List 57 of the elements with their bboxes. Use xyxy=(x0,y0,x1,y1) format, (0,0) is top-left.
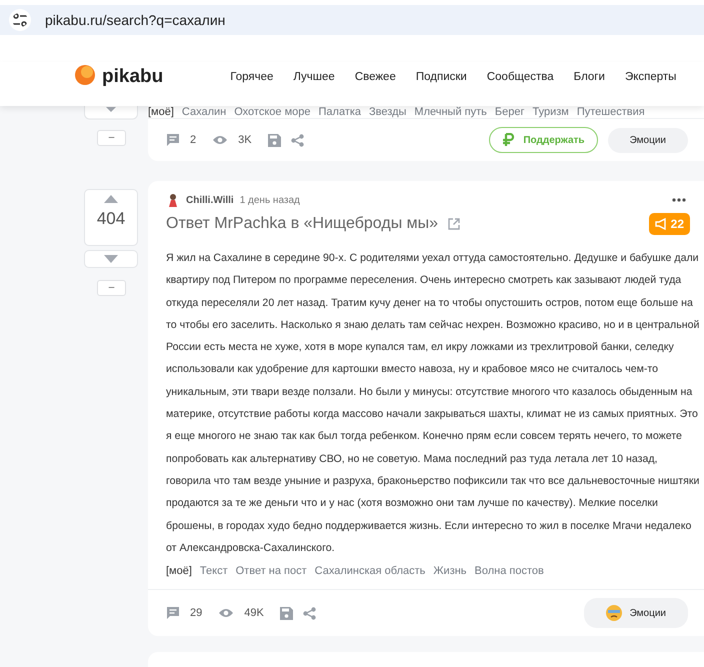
triangle-down-icon xyxy=(104,255,118,263)
save-icon[interactable] xyxy=(268,134,281,146)
tag-link[interactable]: Берег xyxy=(494,106,524,118)
user-avatar[interactable] xyxy=(166,193,180,207)
comment-icon[interactable] xyxy=(166,133,180,147)
share-icon[interactable] xyxy=(302,606,316,620)
tag-link[interactable]: Ответ на пост xyxy=(236,565,307,578)
comment-count: 29 xyxy=(190,607,202,620)
tag-link[interactable]: Звезды xyxy=(369,106,406,118)
external-link-icon[interactable] xyxy=(448,218,460,230)
collapse-button[interactable]: – xyxy=(97,130,126,146)
nav-link[interactable]: Горячее xyxy=(230,71,274,83)
view-count: 49K xyxy=(244,607,264,620)
post-text: Я жил на Сахалине в середине 90-х. С родителями уехал оттуда самостоятельно. Дедушке и бабушке дали квартиру под Питером по программе переселения. Очень интересно смотреть как зазывают людей туда откуда переселяли 20 лет назад. Тратим кучу денег на то чтобы опустошить остров, потом еще больше на то чтобы его заселить. Насколько я знаю делать там сейчас нехрен. Возможно красиво, но и в центральной России есть места не хуже, хотя в море купался там, ел икру ложками из трехлитровой банки, селедку использовали как удобрение для картошки вместо навоза, ну и крабовое мясо не считалось чем-то уникальным, эти твари везде ползали. Но были у минусы: отсутствие многого что казалось обыденным на материке, отсутствие работы когда массово начали закрываться шахты, климат не из самых приятных. Это я еще многого не знаю так как был тогда ребенком. Конечно прям если совсем терять нечего, то можете попробовать как альтернативу СВО, но не советую. Мама последний раз туда летала лет 10 назад, говорила что там везде уныние и разруха, браконьерство пофиксили так что все дальневосточные ништяки продаются за те же деньги что и у нас (хотя возможно они там лучше по качеству). Мелкие поселки брошены, в городах худо бедно поддерживается жизнь. Если интересно то жил в поселке Мгачи недалеко от Александровска-Сахалинского. xyxy=(166,251,700,556)
tag-link[interactable]: Млечный путь xyxy=(414,106,487,118)
vote-up-icon[interactable] xyxy=(104,195,118,203)
author-name[interactable]: Chilli.Willi xyxy=(186,194,234,206)
nav-link[interactable]: Эксперты xyxy=(624,71,676,83)
save-icon[interactable] xyxy=(280,606,293,620)
vote-down-button[interactable] xyxy=(84,250,138,268)
post-time: 1 день назад xyxy=(240,194,300,206)
eye-icon xyxy=(212,134,228,146)
tag-link[interactable]: Путешествия xyxy=(576,106,645,118)
rating-count: 404 xyxy=(96,209,126,229)
comment-count: 2 xyxy=(190,134,196,146)
tag-link[interactable]: Сахалинская область xyxy=(314,565,426,578)
more-icon[interactable] xyxy=(672,198,686,202)
share-icon[interactable] xyxy=(290,134,304,146)
rouble-icon xyxy=(502,133,516,147)
megaphone-icon xyxy=(654,218,667,230)
nav-link[interactable]: Сообщества xyxy=(486,71,554,83)
emotions-button[interactable]: Эмоции xyxy=(608,128,688,152)
tag-link[interactable]: Охотское море xyxy=(234,106,310,118)
pikabu-logo[interactable]: pikabu xyxy=(74,63,164,91)
tag-link[interactable]: [моё] xyxy=(148,106,174,118)
tag-link[interactable]: Текст xyxy=(200,565,228,578)
site-settings-icon[interactable] xyxy=(9,9,31,31)
vote-down-button[interactable] xyxy=(84,106,138,120)
emotions-button[interactable]: Эмоции xyxy=(584,598,688,628)
url-text[interactable]: pikabu.ru/search?q=сахалин xyxy=(45,12,226,28)
post-title[interactable]: Ответ MrPachka в «Нищеброды мы» xyxy=(166,215,438,233)
view-count: 3K xyxy=(238,134,252,146)
collapse-button[interactable]: – xyxy=(97,280,126,296)
nav-link[interactable]: Лучшее xyxy=(293,71,335,83)
tag-link[interactable]: Сахалин xyxy=(182,106,226,118)
nav-link[interactable]: Подписки xyxy=(416,71,467,83)
comment-icon[interactable] xyxy=(166,606,180,620)
nav-link[interactable]: Блоги xyxy=(574,71,605,83)
nav-link[interactable]: Свежее xyxy=(354,71,396,83)
address-bar[interactable]: pikabu.ru/search?q=сахалин xyxy=(0,5,704,35)
eye-icon xyxy=(218,607,234,620)
emoji-icon xyxy=(606,605,622,622)
tag-link[interactable]: Волна постов xyxy=(474,565,544,578)
tag-link[interactable]: [моё] xyxy=(166,565,192,578)
tag-link[interactable]: Жизнь xyxy=(433,565,467,578)
tag-link[interactable]: Палатка xyxy=(318,106,362,118)
tag-link[interactable]: Туризм xyxy=(532,106,569,118)
